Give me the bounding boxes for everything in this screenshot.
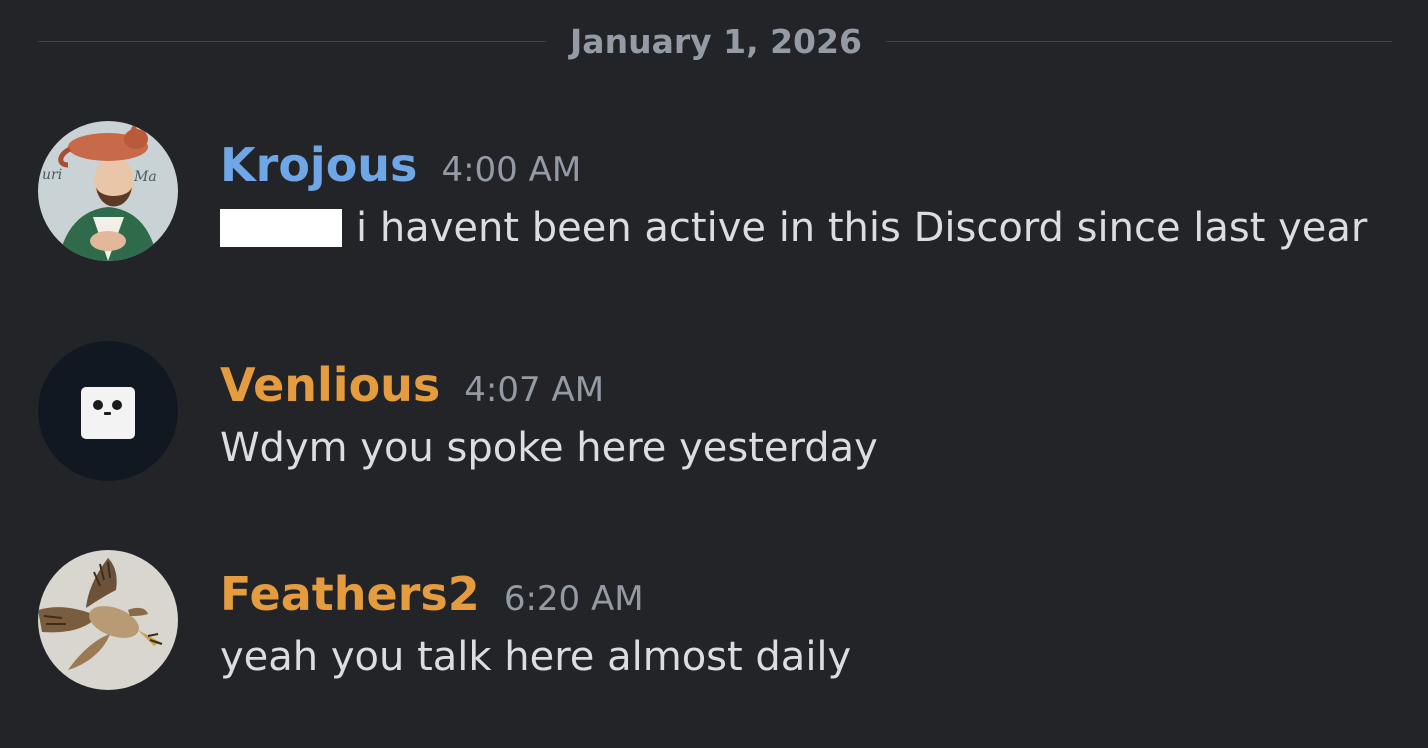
saint-statue-with-cat-avatar-icon: uri Ma [38, 121, 178, 261]
timestamp[interactable]: 4:00 AM [441, 150, 581, 190]
message-text: i havent been active in this Discord sin… [356, 205, 1368, 251]
chat-log: January 1, 2026 uri Ma Krojous 4:00 AM i… [0, 0, 1428, 748]
message-item: Venlious 4:07 AM Wdym you spoke here yest… [38, 341, 1408, 501]
message-text-row: yeah you talk here almost daily [220, 630, 851, 684]
username[interactable]: Feathers2 [220, 567, 480, 621]
timestamp[interactable]: 6:20 AM [504, 579, 644, 619]
white-cube-face-avatar-icon [38, 341, 178, 481]
message-item: uri Ma Krojous 4:00 AM i havent been acti… [38, 121, 1408, 281]
avatar[interactable] [38, 550, 178, 690]
avatar[interactable] [38, 341, 178, 481]
message-header: Venlious 4:07 AM [220, 355, 604, 415]
message-text: yeah you talk here almost daily [220, 634, 852, 680]
timestamp[interactable]: 4:07 AM [464, 370, 604, 410]
message-text-row: i havent been active in this Discord sin… [220, 201, 1367, 255]
message-text: Wdym you spoke here yesterday [220, 425, 878, 471]
message-item: Feathers2 6:20 AM yeah you talk here almo… [38, 550, 1408, 710]
divider-line-right [886, 41, 1392, 42]
svg-text:Ma: Ma [133, 169, 157, 185]
avatar[interactable]: uri Ma [38, 121, 178, 261]
message-header: Krojous 4:00 AM [220, 135, 581, 195]
hawk-in-flight-avatar-icon [38, 550, 178, 690]
redacted-mention [220, 209, 342, 247]
svg-text:uri: uri [42, 167, 62, 183]
date-divider: January 1, 2026 [38, 18, 1392, 66]
message-header: Feathers2 6:20 AM [220, 564, 644, 624]
username[interactable]: Krojous [220, 138, 417, 192]
divider-line-left [38, 41, 546, 42]
divider-date-label: January 1, 2026 [570, 22, 862, 61]
username[interactable]: Venlious [220, 358, 440, 412]
message-text-row: Wdym you spoke here yesterday [220, 421, 878, 475]
